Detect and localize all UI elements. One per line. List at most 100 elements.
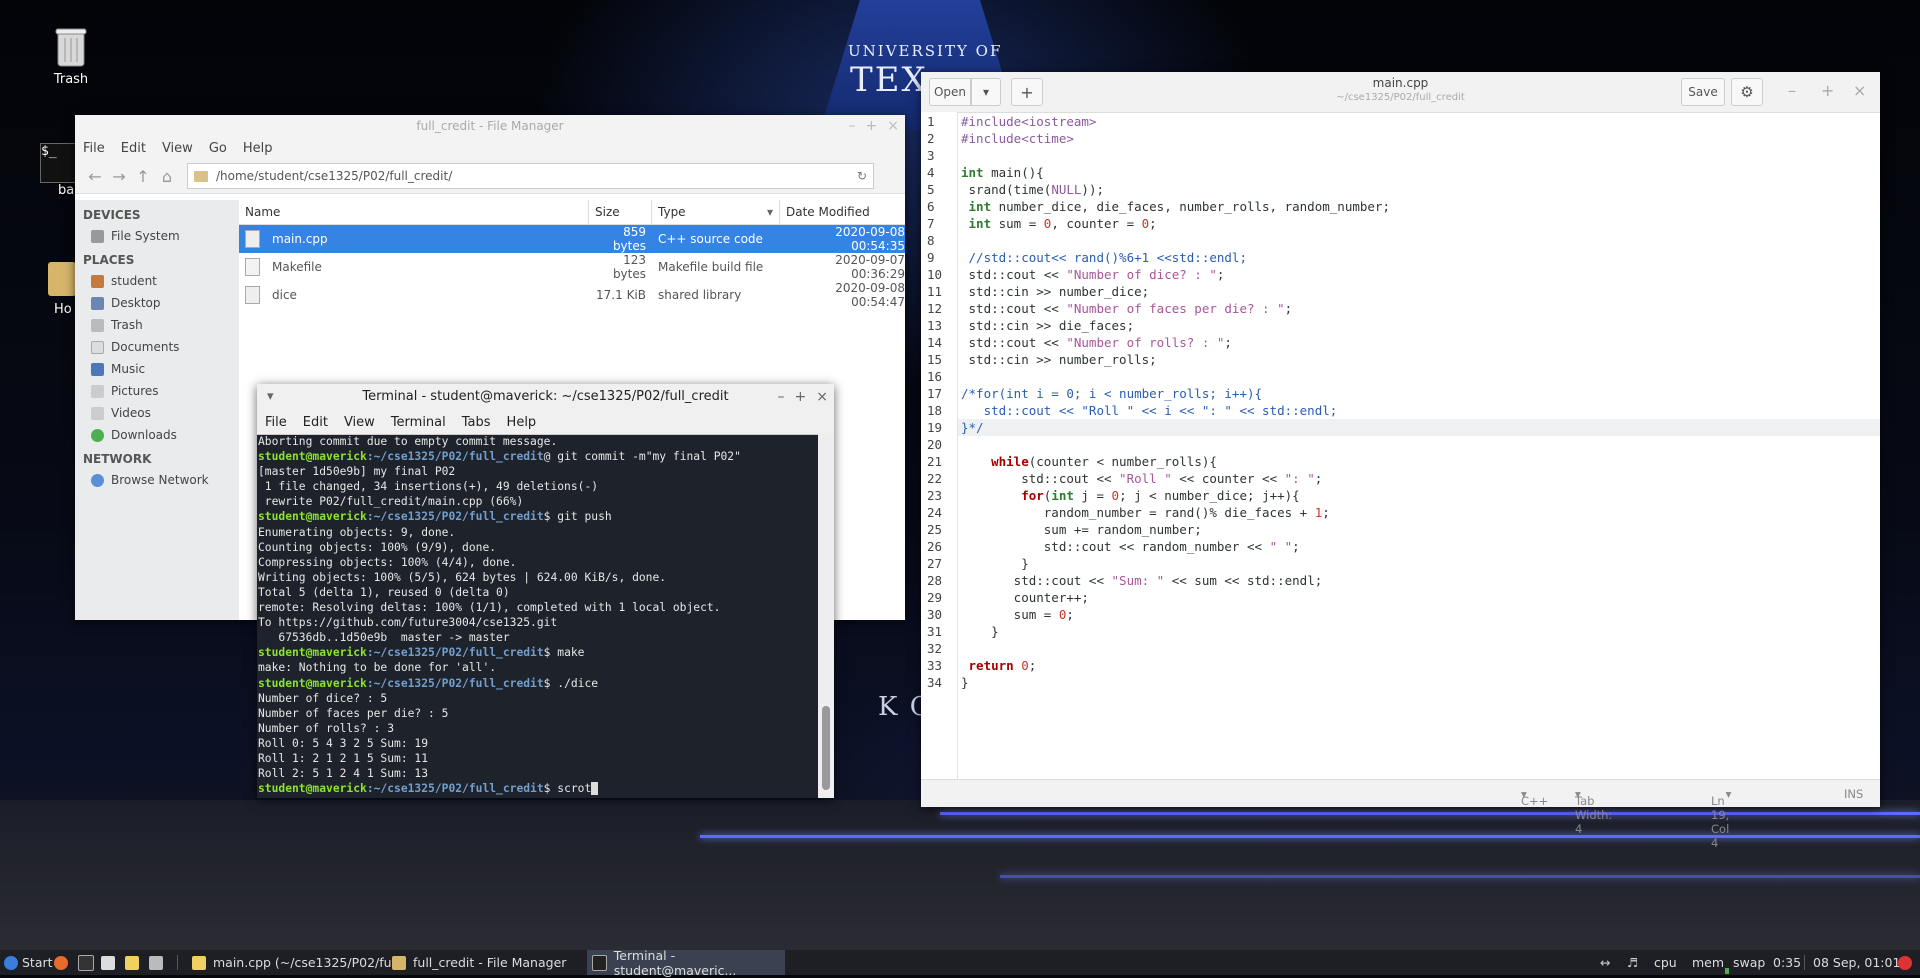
desktop-icon-label: Trash <box>53 72 89 87</box>
start-button[interactable]: Start <box>4 950 53 975</box>
save-button[interactable]: Save <box>1681 78 1725 106</box>
mem-monitor[interactable]: mem <box>1692 950 1724 975</box>
folder-icon <box>101 955 115 970</box>
sidebar-item-trash[interactable]: Trash <box>75 314 239 336</box>
line-number: 8 <box>927 233 935 248</box>
sidebar-item-file-system[interactable]: File System <box>75 225 239 247</box>
swap-monitor[interactable]: swap <box>1733 950 1765 975</box>
desktop-icon-terminal[interactable]: $_ ba <box>40 143 80 198</box>
maximize-icon[interactable]: + <box>1821 81 1834 100</box>
menu-view[interactable]: View <box>154 141 201 156</box>
task-terminal[interactable]: Terminal - student@maveric... <box>587 948 785 978</box>
sidebar: DEVICES File System PLACES student Deskt… <box>75 200 239 620</box>
file-row[interactable]: Makefile 123 bytes Makefile build file 2… <box>239 253 905 281</box>
screenshot-launcher[interactable] <box>149 950 170 975</box>
sidebar-item-pictures[interactable]: Pictures <box>75 380 239 402</box>
code-token: } <box>961 624 999 639</box>
toolbar: ← → ↑ ⌂ /home/student/cse1325/P02/full_c… <box>75 159 905 194</box>
menu-tabs[interactable]: Tabs <box>454 415 499 430</box>
code-line: srand(time(NULL)); <box>958 181 1880 198</box>
desktop-icon-home[interactable]: Ho <box>48 262 78 317</box>
location-bar[interactable]: /home/student/cse1325/P02/full_credit/ ↻ <box>187 163 874 189</box>
close-icon[interactable]: × <box>1853 81 1866 100</box>
window-titlebar[interactable]: full_credit - File Manager – + × <box>75 115 905 137</box>
network-status-icon[interactable]: ↔ <box>1600 950 1610 975</box>
swap-label: swap <box>1733 955 1766 970</box>
power-button[interactable] <box>1898 950 1912 975</box>
minimize-icon[interactable]: – <box>849 115 856 137</box>
code-line: }*/ <box>958 419 1880 436</box>
menu-go[interactable]: Go <box>201 141 235 156</box>
maximize-icon[interactable]: + <box>866 115 878 137</box>
language-selector[interactable]: C++ ▾ <box>1521 787 1548 808</box>
menu-help[interactable]: Help <box>499 415 545 430</box>
window-menu-icon[interactable]: ▾ <box>267 384 274 410</box>
task-file-manager[interactable]: full_credit - File Manager <box>392 950 566 975</box>
terminal-launcher[interactable] <box>78 950 101 975</box>
cpu-label: cpu <box>1654 955 1677 970</box>
editor-launcher[interactable] <box>125 950 146 975</box>
scrollbar-thumb[interactable] <box>822 706 830 790</box>
taskbar-separator <box>177 955 178 970</box>
sidebar-item-documents[interactable]: Documents <box>75 336 239 358</box>
file-row[interactable]: dice 17.1 KiB shared library 2020-09-08 … <box>239 281 905 309</box>
language-label: C++ <box>1521 794 1549 808</box>
menu-view[interactable]: View <box>336 415 383 430</box>
column-header-type[interactable]: Type ▾ <box>652 200 780 224</box>
minimize-icon[interactable]: – <box>1788 81 1796 100</box>
settings-button[interactable]: ⚙ <box>1731 78 1763 106</box>
scrollbar[interactable] <box>818 434 834 798</box>
prompt-user: student@maverick <box>258 646 367 660</box>
cpu-monitor[interactable]: cpu <box>1654 950 1677 975</box>
cursor-position[interactable]: Ln 19, Col 4 ▾ <box>1711 787 1731 850</box>
column-header-size[interactable]: Size <box>589 200 652 224</box>
forward-arrow-icon[interactable]: → <box>107 164 131 188</box>
code-line: //std::cout<< rand()%6+1 <<std::endl; <box>958 249 1880 266</box>
sidebar-item-music[interactable]: Music <box>75 358 239 380</box>
editor-statusbar: C++ ▾ Tab Width: 4 ▾ Ln 19, Col 4 ▾ INS <box>921 779 1880 850</box>
terminal-text: Roll 2: 5 1 2 4 1 Sum: 13 <box>258 767 429 781</box>
line-number: 26 <box>927 539 943 554</box>
line-number: 33 <box>927 658 943 673</box>
menu-file[interactable]: File <box>75 141 113 156</box>
minimize-icon[interactable]: – <box>778 384 785 410</box>
trash-icon <box>91 318 104 332</box>
sidebar-item-videos[interactable]: Videos <box>75 402 239 424</box>
task-editor[interactable]: main.cpp (~/cse1325/P02/fu... <box>192 950 403 975</box>
folder-icon <box>392 955 406 970</box>
sidebar-item-browse-network[interactable]: Browse Network <box>75 469 239 491</box>
menu-edit[interactable]: Edit <box>113 141 154 156</box>
firefox-launcher[interactable] <box>54 950 75 975</box>
files-launcher[interactable] <box>101 950 122 975</box>
sidebar-item-desktop[interactable]: Desktop <box>75 292 239 314</box>
back-arrow-icon[interactable]: ← <box>83 164 107 188</box>
terminal-output[interactable]: Aborting commit due to empty commit mess… <box>257 434 819 798</box>
menu-edit[interactable]: Edit <box>295 415 336 430</box>
menu-file[interactable]: File <box>257 415 295 430</box>
column-header-name[interactable]: Name <box>239 200 589 224</box>
terminal-text: make: Nothing to be done for 'all'. <box>258 661 497 675</box>
column-header-date[interactable]: Date Modified <box>780 200 905 224</box>
menubar: File Edit View Terminal Tabs Help <box>257 410 834 435</box>
menu-help[interactable]: Help <box>235 141 281 156</box>
downloads-icon <box>91 428 104 442</box>
up-arrow-icon[interactable]: ↑ <box>131 164 155 188</box>
reload-icon[interactable]: ↻ <box>857 169 867 183</box>
home-icon[interactable]: ⌂ <box>155 164 179 188</box>
code-area[interactable]: #include<iostream> #include<ctime> int mai… <box>958 112 1880 780</box>
tab-width-selector[interactable]: Tab Width: 4 ▾ <box>1575 787 1612 836</box>
maximize-icon[interactable]: + <box>795 384 807 410</box>
desktop-icon-trash[interactable]: Trash <box>36 26 106 87</box>
code-token: number_dice, die_faces, number_rolls, ra… <box>991 199 1390 214</box>
clock[interactable]: 08 Sep, 01:01 <box>1813 950 1900 975</box>
menu-terminal[interactable]: Terminal <box>383 415 454 430</box>
sidebar-item-student[interactable]: student <box>75 270 239 292</box>
close-icon[interactable]: × <box>887 115 899 137</box>
code-token: "Number of faces per die? : " <box>1066 301 1285 316</box>
close-icon[interactable]: × <box>816 384 828 410</box>
window-titlebar[interactable]: ▾ Terminal - student@maverick: ~/cse1325… <box>257 384 834 410</box>
file-type: C++ source code <box>658 232 763 246</box>
sidebar-item-downloads[interactable]: Downloads <box>75 424 239 446</box>
file-row[interactable]: main.cpp 859 bytes C++ source code 2020-… <box>239 225 905 253</box>
volume-icon[interactable]: ♬ <box>1627 950 1638 975</box>
